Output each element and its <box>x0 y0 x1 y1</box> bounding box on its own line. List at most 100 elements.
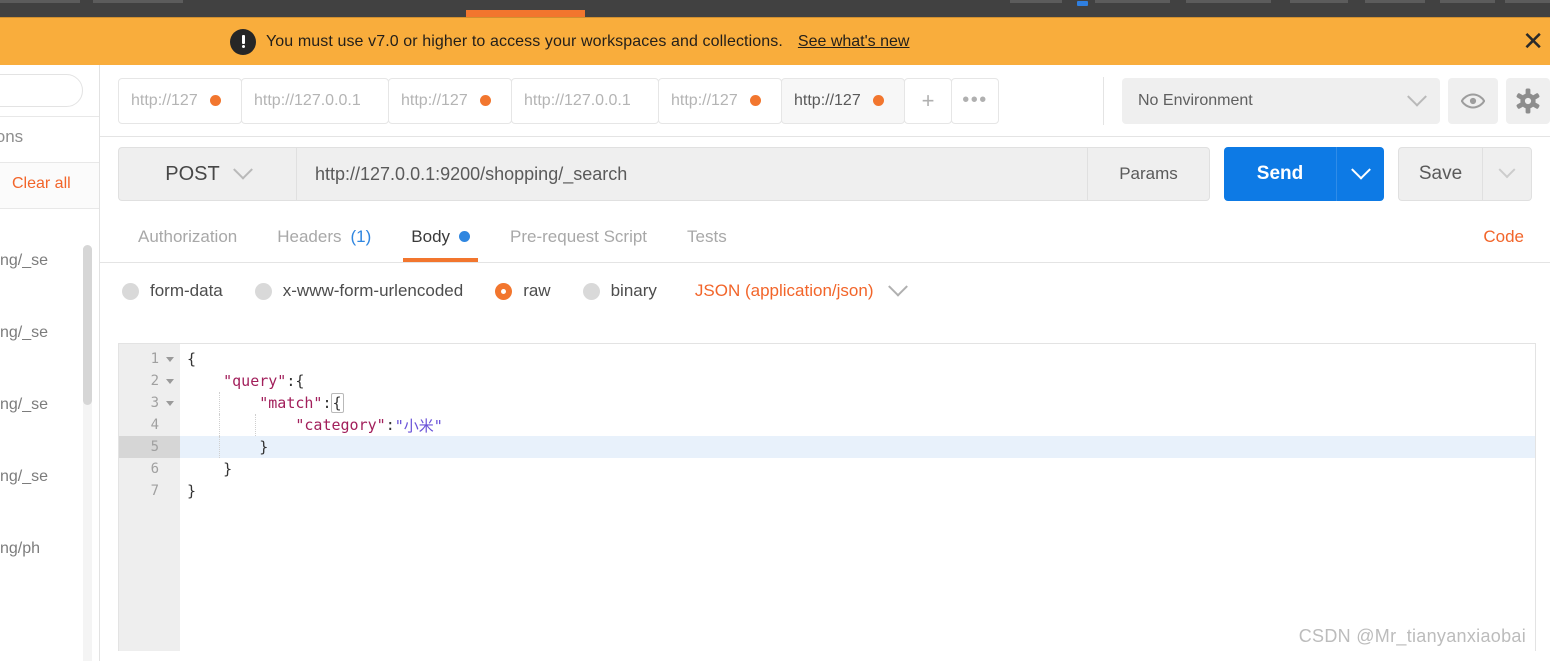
environment-area: No Environment <box>1103 77 1550 125</box>
editor-line-code: { <box>187 348 196 370</box>
request-tab-label: http://127 <box>671 91 738 109</box>
params-button[interactable]: Params <box>1088 147 1210 201</box>
body-type-raw[interactable]: raw <box>495 281 551 301</box>
editor-line[interactable]: 3 "match":{ <box>119 392 1535 414</box>
radio-button-icon[interactable] <box>582 282 600 300</box>
send-button[interactable]: Send <box>1224 147 1336 201</box>
radio-button-icon[interactable] <box>122 282 139 300</box>
http-method-selector[interactable]: POST <box>118 147 296 201</box>
browser-active-tab-indicator <box>466 10 585 17</box>
code-token: } <box>187 482 197 500</box>
unsaved-indicator-icon <box>479 95 491 106</box>
tab-label: Body <box>411 226 451 246</box>
code-token: "小米" <box>394 416 443 435</box>
editor-line-code: "category": "小米" <box>187 414 443 436</box>
request-tab[interactable]: http://127.0.0.1 <box>511 77 659 124</box>
tab-tests[interactable]: Tests <box>667 211 747 262</box>
tab-authorization[interactable]: Authorization <box>118 211 257 262</box>
environment-selector[interactable]: No Environment <box>1122 78 1440 124</box>
tab-body[interactable]: Body <box>391 211 490 262</box>
unsaved-indicator-icon <box>872 95 884 106</box>
code-token: { <box>330 393 344 413</box>
code-link[interactable]: Code <box>1483 227 1524 247</box>
request-tab-label: http://127 <box>794 91 861 109</box>
version-warning-banner: You must use v7.0 or higher to access yo… <box>0 17 1550 65</box>
save-button[interactable]: Save <box>1398 147 1482 201</box>
editor-line[interactable]: 6 } <box>119 458 1535 480</box>
fold-arrow-icon[interactable] <box>166 356 174 362</box>
editor-line[interactable]: 1{ <box>119 348 1535 370</box>
tab-overflow-menu-button[interactable]: ••• <box>951 77 999 124</box>
body-type-form-data[interactable]: form-data <box>122 281 223 301</box>
new-tab-button[interactable]: + <box>904 77 952 124</box>
line-number: 2 <box>119 370 180 392</box>
body-type-x-www-form-urlencoded[interactable]: x-www-form-urlencoded <box>254 281 464 301</box>
body-format-selector[interactable]: JSON (application/json) <box>694 276 909 301</box>
code-token: "category" <box>295 416 386 434</box>
tab-label: Tests <box>687 226 727 246</box>
tab-headers[interactable]: Headers (1) <box>257 211 391 262</box>
line-number: 3 <box>119 392 180 414</box>
clear-all-button[interactable]: Clear all <box>12 175 71 193</box>
body-type-label: x-www-form-urlencoded <box>282 281 464 300</box>
gear-icon <box>1516 88 1540 114</box>
chevron-down-icon <box>1350 159 1371 180</box>
body-type-binary[interactable]: binary <box>582 281 657 301</box>
banner-see-whats-new-link[interactable]: See what's new <box>798 33 910 51</box>
warning-exclamation-icon <box>230 28 256 55</box>
sidebar-history-label: ng/_se <box>0 396 49 413</box>
editor-line-code: "match":{ <box>187 392 344 414</box>
request-tab[interactable]: http://127 <box>118 77 242 124</box>
line-number: 1 <box>119 348 180 370</box>
fold-arrow-icon[interactable] <box>166 400 174 406</box>
fold-arrow-icon[interactable] <box>166 378 174 384</box>
banner-close-icon[interactable]: ✕ <box>1522 29 1544 55</box>
sidebar-tab-collections[interactable]: ions <box>0 127 23 147</box>
request-tab[interactable]: http://127.0.0.1 <box>241 77 389 124</box>
code-token: { <box>187 350 197 368</box>
url-bar: POST http://127.0.0.1:9200/shopping/_sea… <box>100 137 1550 211</box>
radio-button-icon[interactable] <box>495 282 513 300</box>
editor-line[interactable]: 5 } <box>119 436 1535 458</box>
editor-line-code: "query":{ <box>187 370 304 392</box>
body-format-label: JSON (application/json) <box>694 281 874 300</box>
unsaved-indicator-icon <box>209 95 221 106</box>
sidebar-history-label: ng/_se <box>0 468 49 485</box>
window-top-chrome <box>0 0 1550 17</box>
editor-line[interactable]: 4 "category": "小米" <box>119 414 1535 436</box>
main-panel: http://127 http://127.0.0.1 http://127 http… <box>100 65 1550 661</box>
line-number: 4 <box>150 417 159 433</box>
request-tab[interactable]: http://127 <box>658 77 782 124</box>
editor-line[interactable]: 7} <box>119 480 1535 502</box>
url-input[interactable]: http://127.0.0.1:9200/shopping/_search <box>296 147 1088 201</box>
environment-quick-look-button[interactable] <box>1448 78 1498 124</box>
sidebar-history-label: ng/ph <box>0 540 41 557</box>
tab-modified-dot-icon <box>459 231 471 242</box>
tab-pre-request-script[interactable]: Pre-request Script <box>490 211 667 262</box>
request-tab[interactable]: http://127 <box>781 77 905 124</box>
request-tab-label: http://127 <box>401 91 468 109</box>
code-token: "match" <box>259 394 323 412</box>
editor-line[interactable]: 2 "query":{ <box>119 370 1535 392</box>
chevron-down-icon <box>888 276 909 297</box>
request-tab-label: http://127.0.0.1 <box>524 91 631 109</box>
sidebar-clear-row: Clear all <box>0 163 99 209</box>
request-body-editor[interactable]: 1{2 "query":{3 "match":{4 "category": "小米… <box>118 343 1536 651</box>
tab-label: Headers <box>277 226 342 246</box>
code-token: "query" <box>223 372 287 390</box>
request-tab[interactable]: http://127 <box>388 77 512 124</box>
radio-button-icon[interactable] <box>254 282 272 300</box>
send-options-button[interactable] <box>1336 147 1384 201</box>
body-type-label: raw <box>523 281 551 300</box>
sidebar-history-label: ng/_se <box>0 252 49 269</box>
sidebar-scrollbar-thumb[interactable] <box>83 245 92 405</box>
banner-message: You must use v7.0 or higher to access yo… <box>266 32 783 50</box>
settings-button[interactable] <box>1506 78 1550 124</box>
save-options-button[interactable] <box>1482 147 1532 201</box>
code-token: : <box>385 416 395 434</box>
eye-icon <box>1461 93 1485 109</box>
sidebar-search-input[interactable] <box>0 74 83 107</box>
